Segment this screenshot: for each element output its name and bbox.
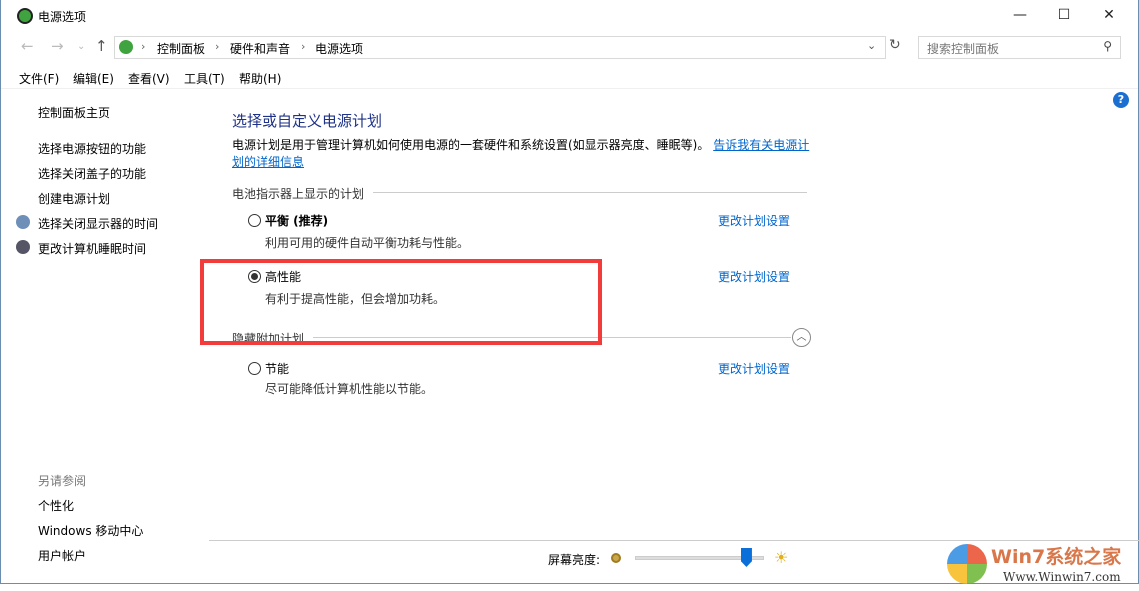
menu-bar: 文件(F) 编辑(E) 查看(V) 工具(T) 帮助(H): [1, 69, 1138, 89]
plan-name-balanced: 平衡 (推荐): [265, 212, 328, 229]
address-bar[interactable]: › 控制面板 › 硬件和声音 › 电源选项 ⌄: [114, 36, 886, 59]
search-icon: ⚲: [1103, 39, 1112, 53]
search-input[interactable]: 搜索控制面板 ⚲: [918, 36, 1121, 59]
change-plan-high-performance[interactable]: 更改计划设置: [718, 268, 790, 285]
title-bar: 电源选项 — ☐ ✕: [1, 0, 1138, 32]
sidebar-display-off[interactable]: 选择关闭显示器的时间: [38, 215, 158, 232]
chevron-right-icon: ›: [141, 40, 145, 53]
plan-radio-balanced[interactable]: [248, 214, 261, 227]
menu-file[interactable]: 文件(F): [19, 70, 59, 87]
refresh-icon[interactable]: ↻: [889, 37, 901, 53]
plan-desc-power-saver: 尽可能降低计算机性能以节能。: [265, 380, 433, 397]
crumb-power-options[interactable]: 电源选项: [315, 40, 363, 57]
power-options-icon: [119, 40, 133, 54]
display-clock-icon: [16, 215, 30, 229]
watermark-url: Www.Winwin7.com: [1003, 570, 1121, 584]
menu-help[interactable]: 帮助(H): [239, 70, 281, 87]
crumb-control-panel[interactable]: 控制面板: [157, 40, 205, 57]
sidebar-sleep[interactable]: 更改计算机睡眠时间: [38, 240, 146, 257]
menu-edit[interactable]: 编辑(E): [73, 70, 114, 87]
watermark-logo: Win7系统之家 Www.Winwin7.com: [945, 540, 1135, 588]
menu-tools[interactable]: 工具(T): [184, 70, 225, 87]
sidebar-home[interactable]: 控制面板主页: [38, 104, 110, 121]
sidebar-create-plan[interactable]: 创建电源计划: [38, 190, 110, 207]
chevron-right-icon: ›: [215, 40, 219, 53]
forward-icon[interactable]: →: [51, 37, 64, 55]
recent-chevron-icon[interactable]: ⌄: [77, 41, 85, 52]
window-title: 电源选项: [38, 8, 86, 25]
see-also-heading: 另请参阅: [38, 472, 86, 489]
help-icon[interactable]: ?: [1113, 92, 1129, 108]
menu-view[interactable]: 查看(V): [128, 70, 170, 87]
brightness-label: 屏幕亮度:: [548, 551, 600, 568]
sidebar-lid[interactable]: 选择关闭盖子的功能: [38, 165, 146, 182]
change-plan-power-saver[interactable]: 更改计划设置: [718, 360, 790, 377]
brightness-slider-thumb[interactable]: [741, 548, 752, 567]
change-plan-balanced[interactable]: 更改计划设置: [718, 212, 790, 229]
crumb-hardware-sound[interactable]: 硬件和声音: [230, 40, 290, 57]
sidebar-power-button[interactable]: 选择电源按钮的功能: [38, 140, 146, 157]
address-dropdown-icon[interactable]: ⌄: [867, 39, 876, 52]
search-placeholder: 搜索控制面板: [927, 42, 999, 56]
page-title: 选择或自定义电源计划: [232, 110, 382, 131]
window: 电源选项 — ☐ ✕ ← → ⌄ ↑ › 控制面板 › 硬件和声音 › 电源选项…: [0, 0, 1139, 584]
see-also-accounts[interactable]: 用户帐户: [38, 547, 86, 564]
description-text: 电源计划是用于管理计算机如何使用电源的一套硬件和系统设置(如显示器亮度、睡眠等)…: [232, 138, 709, 152]
see-also-mobility[interactable]: Windows 移动中心: [38, 522, 143, 539]
plan-name-power-saver: 节能: [265, 360, 289, 377]
up-icon[interactable]: ↑: [95, 37, 108, 55]
watermark-text: Win7系统之家: [991, 542, 1121, 569]
highlight-box: [200, 259, 602, 345]
sleep-moon-icon: [16, 240, 30, 254]
page-description: 电源计划是用于管理计算机如何使用电源的一套硬件和系统设置(如显示器亮度、睡眠等)…: [232, 137, 812, 171]
close-button[interactable]: ✕: [1086, 0, 1132, 30]
plan-desc-balanced: 利用可用的硬件自动平衡功耗与性能。: [265, 234, 469, 251]
power-options-icon: [17, 8, 33, 24]
chevron-right-icon: ›: [301, 40, 305, 53]
see-also-personalize[interactable]: 个性化: [38, 497, 74, 514]
divider: [373, 192, 807, 193]
section-battery-plans: 电池指示器上显示的计划: [232, 185, 364, 202]
plan-radio-power-saver[interactable]: [248, 362, 261, 375]
maximize-button[interactable]: ☐: [1041, 0, 1087, 30]
windows-logo-icon: [947, 544, 987, 584]
minimize-button[interactable]: —: [997, 0, 1043, 30]
dim-sun-icon: [611, 553, 621, 563]
back-icon[interactable]: ←: [21, 37, 34, 55]
bright-sun-icon: ☀: [774, 548, 788, 567]
collapse-chevron-up-icon[interactable]: ︿: [792, 328, 811, 347]
